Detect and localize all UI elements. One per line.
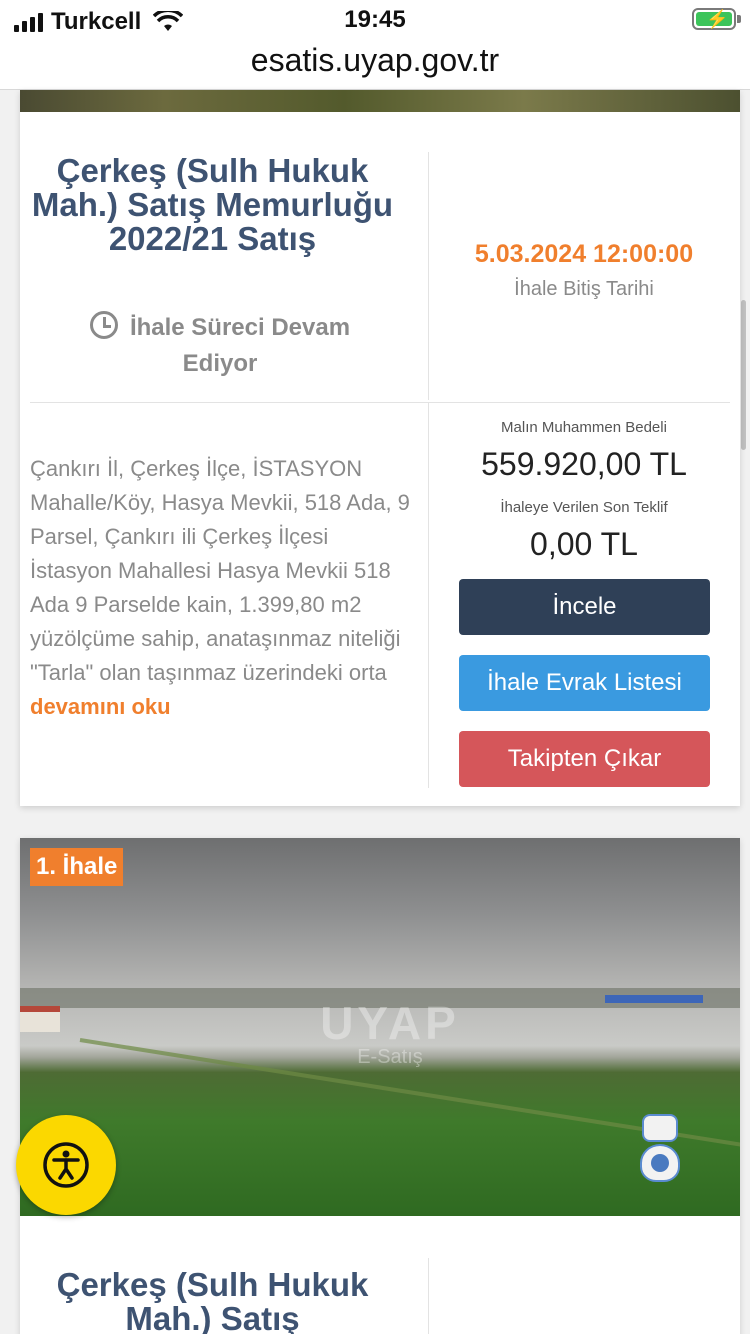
auction-status-text: İhale Süreci Devam Ediyor	[129, 314, 351, 377]
battery-icon: ⚡	[692, 8, 741, 30]
documents-button[interactable]: İhale Evrak Listesi	[459, 655, 710, 711]
scrollbar[interactable]	[741, 300, 746, 450]
clock-icon	[89, 311, 118, 339]
url-text[interactable]: esatis.uyap.gov.tr	[251, 42, 499, 78]
estimated-value: 559.920,00 TL	[481, 446, 687, 482]
robot-assistant-icon[interactable]	[630, 1114, 690, 1186]
listing-description: Çankırı İl, Çerkeş İlçe, İSTASYON Mahall…	[30, 452, 410, 724]
listing-photo[interactable]: UYAP E-Satış 1. İhale	[20, 838, 740, 1216]
description-text: Çankırı İl, Çerkeş İlçe, İSTASYON Mahall…	[30, 456, 410, 685]
watermark-logo: UYAP	[320, 997, 460, 1049]
estimated-value-label: Malın Muhammen Bedeli	[501, 419, 667, 436]
accessibility-button[interactable]	[16, 1115, 116, 1215]
last-bid: 0,00 TL	[530, 526, 638, 562]
accessibility-icon	[43, 1142, 89, 1188]
watermark-subtitle: E-Satış	[357, 1046, 423, 1068]
listing-photo[interactable]	[20, 90, 740, 112]
auction-round-badge: 1. İhale	[30, 848, 124, 886]
end-date-label: İhale Bitiş Tarihi	[514, 278, 654, 300]
listing-card: Çerkeş (Sulh Hukuk Mah.) Satış Memurluğu…	[20, 90, 740, 806]
inspect-button[interactable]: İncele	[459, 579, 710, 635]
unfollow-button[interactable]: Takipten Çıkar	[459, 731, 710, 787]
auction-status: İhale Süreci Devam Ediyor	[70, 310, 370, 382]
divider	[428, 152, 429, 400]
listing-card: UYAP E-Satış 1. İhale Çerkeş (Sulh Hukuk…	[20, 838, 740, 1334]
last-bid-label: İhaleye Verilen Son Teklif	[500, 499, 668, 516]
address-bar[interactable]: esatis.uyap.gov.tr	[0, 42, 750, 90]
divider	[428, 1258, 429, 1334]
divider	[30, 402, 730, 403]
read-more-link[interactable]: devamını oku	[30, 690, 410, 724]
clock-time: 19:45	[344, 6, 406, 33]
status-bar: Turkcell 19:45 ⚡	[0, 0, 750, 42]
end-date: 5.03.2024 12:00:00	[474, 240, 694, 268]
listing-title[interactable]: Çerkeş (Sulh Hukuk Mah.) Satış Memurluğu…	[20, 154, 405, 256]
listing-title[interactable]: Çerkeş (Sulh Hukuk Mah.) Satış	[20, 1268, 405, 1334]
